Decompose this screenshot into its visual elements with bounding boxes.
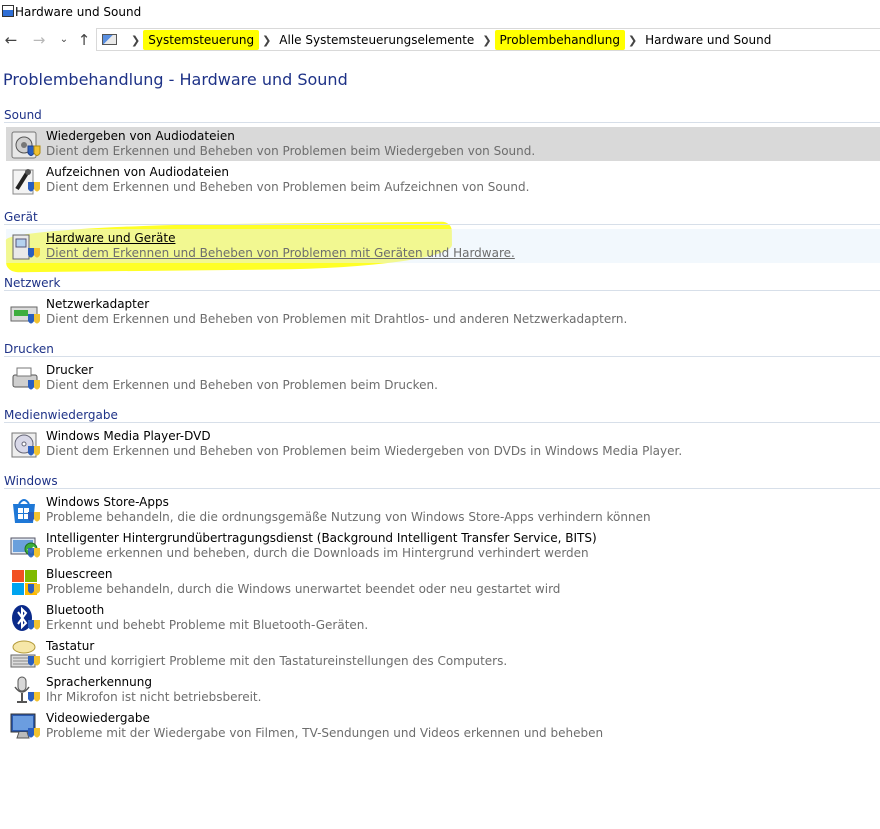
breadcrumb-problembehandlung[interactable]: Problembehandlung (494, 30, 625, 50)
item-description: Dient dem Erkennen und Beheben von Probl… (46, 378, 438, 392)
item-description: Sucht und korrigiert Probleme mit den Ta… (46, 654, 508, 668)
arrow-up-icon[interactable]: ↑ (75, 30, 93, 50)
item-name[interactable]: Wiedergeben von Audiodateien (46, 129, 235, 143)
bits-icon (9, 531, 41, 563)
group-header-geraet: Gerät (4, 210, 880, 226)
list-item-bluetooth[interactable]: Bluetooth Erkennt und behebt Probleme mi… (6, 601, 880, 635)
breadcrumb-alle-elemente[interactable]: Alle Systemsteuerungselemente (279, 33, 474, 47)
list-item-tastatur[interactable]: Tastatur Sucht und korrigiert Probleme m… (6, 637, 880, 671)
list-item-drucker[interactable]: Drucker Dient dem Erkennen und Beheben v… (6, 361, 880, 395)
item-description: Dient dem Erkennen und Beheben von Probl… (46, 144, 536, 158)
dvd-icon (9, 429, 41, 461)
bluetooth-icon (9, 603, 41, 635)
item-name[interactable]: Aufzeichnen von Audiodateien (46, 165, 229, 179)
group-header-medienwiedergabe: Medienwiedergabe (4, 408, 880, 424)
list-item-windows-store-apps[interactable]: Windows Store-Apps Probleme behandeln, d… (6, 493, 880, 527)
title-bar: Hardware und Sound (0, 0, 880, 24)
navigation-bar: ← → ⌄ ↑ ❯ Systemsteuerung ❯ Alle Systems… (0, 28, 880, 52)
arrow-right-icon[interactable]: → (30, 30, 48, 50)
item-description: Probleme behandeln, durch die Windows un… (46, 582, 561, 596)
list-item-netzwerkadapter[interactable]: Netzwerkadapter Dient dem Erkennen und B… (6, 295, 880, 329)
item-description: Probleme mit der Wiedergabe von Filmen, … (46, 726, 604, 740)
item-name[interactable]: Windows Media Player-DVD (46, 429, 211, 443)
chevron-right-icon[interactable]: ❯ (628, 34, 637, 47)
list-item-aufzeichnen-audio[interactable]: Aufzeichnen von Audiodateien Dient dem E… (6, 163, 880, 197)
list-item-bits[interactable]: Intelligenter Hintergrundübertragungsdie… (6, 529, 880, 563)
window-title: Hardware und Sound (15, 5, 142, 19)
list-item-spracherkennung[interactable]: Spracherkennung Ihr Mikrofon ist nicht b… (6, 673, 880, 707)
network-adapter-icon (9, 297, 41, 329)
item-description: Ihr Mikrofon ist nicht betriebsbereit. (46, 690, 262, 704)
group-header-drucken: Drucken (4, 342, 880, 358)
address-bar[interactable]: ❯ Systemsteuerung ❯ Alle Systemsteuerung… (96, 28, 880, 51)
list-item-wiedergeben-audio[interactable]: Wiedergeben von Audiodateien Dient dem E… (6, 127, 880, 161)
item-description: Probleme erkennen und beheben, durch die… (46, 546, 589, 560)
control-panel-icon (2, 5, 14, 17)
item-name[interactable]: Hardware und Geräte (46, 231, 175, 245)
list-item-videowiedergabe[interactable]: Videowiedergabe Probleme mit der Wiederg… (6, 709, 880, 743)
item-name[interactable]: Drucker (46, 363, 93, 377)
item-name[interactable]: Windows Store-Apps (46, 495, 169, 509)
item-description: Dient dem Erkennen und Beheben von Probl… (46, 444, 683, 458)
group-header-netzwerk: Netzwerk (4, 276, 880, 292)
item-name[interactable]: Bluescreen (46, 567, 112, 581)
breadcrumb: ❯ Systemsteuerung ❯ Alle Systemsteuerung… (123, 29, 771, 51)
group-header-sound: Sound (4, 108, 880, 124)
microphone-icon (9, 165, 41, 197)
group-header-windows: Windows (4, 474, 880, 490)
speech-microphone-icon (9, 675, 41, 707)
list-item-hardware-und-geraete[interactable]: Hardware und Geräte Dient dem Erkennen u… (6, 229, 880, 263)
breadcrumb-systemsteuerung[interactable]: Systemsteuerung (143, 30, 260, 50)
item-description: Probleme behandeln, die die ordnungsgemä… (46, 510, 651, 524)
item-name[interactable]: Intelligenter Hintergrundübertragungsdie… (46, 531, 597, 545)
windows-logo-icon (9, 567, 41, 599)
chevron-right-icon[interactable]: ❯ (482, 34, 491, 47)
breadcrumb-hardware-und-sound[interactable]: Hardware und Sound (645, 33, 771, 47)
speaker-icon (9, 129, 41, 161)
item-name[interactable]: Videowiedergabe (46, 711, 150, 725)
chevron-right-icon[interactable]: ❯ (131, 34, 140, 47)
chevron-down-icon[interactable]: ⌄ (55, 30, 73, 50)
list-item-media-player-dvd[interactable]: Windows Media Player-DVD Dient dem Erken… (6, 427, 880, 461)
keyboard-icon (9, 639, 41, 671)
item-description: Dient dem Erkennen und Beheben von Probl… (46, 246, 515, 260)
list-item-bluescreen[interactable]: Bluescreen Probleme behandeln, durch die… (6, 565, 880, 599)
item-description: Erkennt und behebt Probleme mit Bluetoot… (46, 618, 369, 632)
control-panel-icon (102, 34, 117, 45)
item-name[interactable]: Bluetooth (46, 603, 104, 617)
item-description: Dient dem Erkennen und Beheben von Probl… (46, 312, 628, 326)
item-name[interactable]: Netzwerkadapter (46, 297, 149, 311)
printer-icon (9, 363, 41, 395)
arrow-left-icon[interactable]: ← (2, 30, 20, 50)
video-monitor-icon (9, 711, 41, 743)
store-icon (9, 495, 41, 527)
item-name[interactable]: Tastatur (46, 639, 94, 653)
device-icon (9, 231, 41, 263)
chevron-right-icon[interactable]: ❯ (262, 34, 271, 47)
page-title: Problembehandlung - Hardware und Sound (3, 70, 348, 89)
item-name[interactable]: Spracherkennung (46, 675, 152, 689)
item-description: Dient dem Erkennen und Beheben von Probl… (46, 180, 530, 194)
